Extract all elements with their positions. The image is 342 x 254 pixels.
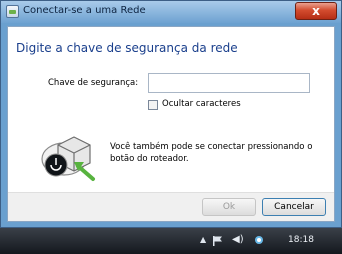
security-key-label: Chave de segurança: (48, 78, 139, 88)
router-instruction-text: Você também pode se conectar pressionand… (110, 142, 313, 164)
title-bar[interactable]: Conectar-se a uma Rede x (1, 1, 341, 23)
dialog-content: Digite a chave de segurança da rede Chav… (7, 26, 335, 222)
dialog-heading: Digite a chave de segurança da rede (16, 41, 238, 55)
action-center-flag-icon[interactable] (212, 235, 224, 247)
speaker-icon[interactable]: ◀) (232, 234, 244, 245)
close-button[interactable]: x (295, 2, 337, 20)
dialog-window: Conectar-se a uma Rede x Digite a chave … (0, 0, 342, 228)
cancel-button[interactable]: Cancelar (262, 198, 326, 216)
close-icon: x (312, 4, 320, 18)
security-key-input[interactable] (148, 73, 310, 93)
taskbar: ▲ ◀) 18:18 (0, 228, 342, 254)
taskbar-clock[interactable]: 18:18 (288, 235, 314, 245)
show-hidden-icons-button[interactable]: ▲ (200, 235, 206, 244)
network-app-icon (6, 5, 19, 18)
router-button-icon (41, 136, 95, 181)
dialog-footer: Ok Cancelar (8, 192, 334, 221)
ok-button[interactable]: Ok (202, 198, 256, 216)
window-title: Conectar-se a uma Rede (23, 5, 146, 16)
hide-characters-checkbox[interactable] (148, 100, 158, 110)
hide-characters-label[interactable]: Ocultar caracteres (162, 99, 241, 109)
network-icon[interactable] (254, 235, 264, 245)
